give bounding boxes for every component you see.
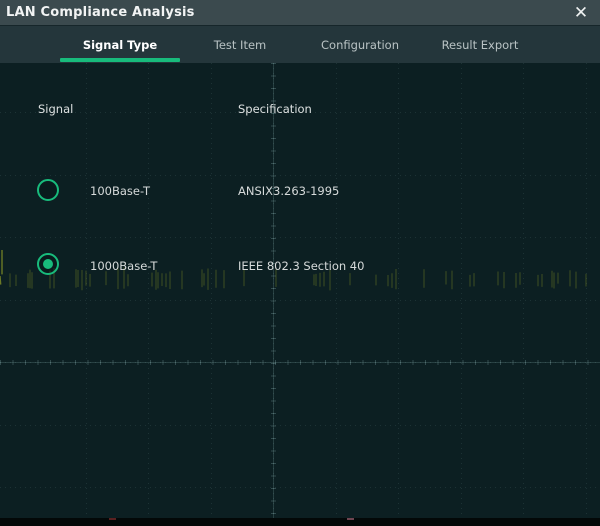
scope-display: Signal Specification 100Base-T ANSIX3.26… bbox=[0, 63, 600, 518]
bottom-bar bbox=[0, 518, 600, 526]
oscilloscope-screen: Signal Specification 100Base-T ANSIX3.26… bbox=[0, 0, 600, 526]
dialog-tabbar: Signal Type Test Item Configuration Resu… bbox=[0, 26, 600, 63]
tab-test-item[interactable]: Test Item bbox=[180, 26, 300, 63]
radio-dot bbox=[43, 259, 53, 269]
specification-label: ANSIX3.263-1995 bbox=[238, 184, 339, 198]
signal-label[interactable]: 100Base-T bbox=[90, 184, 150, 198]
trace-marker-right bbox=[347, 518, 354, 520]
tab-configuration[interactable]: Configuration bbox=[300, 26, 420, 63]
close-icon[interactable]: ✕ bbox=[566, 0, 596, 26]
column-header-signal: Signal bbox=[38, 102, 73, 116]
column-header-specification: Specification bbox=[238, 102, 312, 116]
radio-1000base-t[interactable] bbox=[37, 253, 59, 275]
radio-100base-t[interactable] bbox=[37, 179, 59, 201]
specification-label: IEEE 802.3 Section 40 bbox=[238, 259, 364, 273]
tab-result-export[interactable]: Result Export bbox=[420, 26, 540, 63]
dialog-title: LAN Compliance Analysis bbox=[0, 5, 195, 20]
dialog-titlebar: LAN Compliance Analysis ✕ bbox=[0, 0, 600, 26]
trace-marker-left bbox=[109, 518, 116, 520]
signal-label[interactable]: 1000Base-T bbox=[90, 259, 157, 273]
tab-signal-type[interactable]: Signal Type bbox=[60, 26, 180, 63]
